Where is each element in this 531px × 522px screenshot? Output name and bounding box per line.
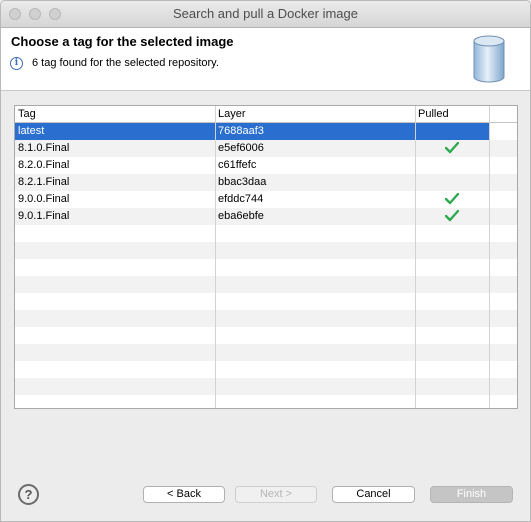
next-button[interactable]: Next >: [235, 486, 317, 503]
table-row: [15, 276, 517, 293]
title-bar: Search and pull a Docker image: [1, 1, 530, 28]
database-icon: [473, 35, 505, 83]
status-message: 6 tag found for the selected repository.: [32, 57, 219, 69]
table-row: [15, 225, 517, 242]
layer-cell: eba6ebfe: [218, 210, 264, 222]
table-row: [15, 344, 517, 361]
check-icon: [445, 142, 459, 154]
finish-button[interactable]: Finish: [430, 486, 513, 503]
layer-cell: e5ef6006: [218, 142, 264, 154]
help-button[interactable]: ?: [18, 484, 39, 505]
dialog-window: Search and pull a Docker image Choose a …: [0, 0, 531, 522]
table-row: [15, 310, 517, 327]
column-divider: [415, 106, 416, 408]
tag-table[interactable]: Tag Layer Pulled latest 7688aaf3 8.1.0.Fin…: [14, 105, 518, 409]
window-title: Search and pull a Docker image: [173, 6, 358, 21]
tag-cell: latest: [18, 125, 45, 137]
column-header-layer[interactable]: Layer: [218, 108, 246, 120]
check-icon: [445, 193, 459, 205]
table-row: [15, 395, 517, 408]
wizard-header: Choose a tag for the selected image i 6 …: [1, 28, 530, 91]
table-row[interactable]: 9.0.1.Final eba6ebfe: [15, 208, 517, 225]
table-header: Tag Layer Pulled: [15, 106, 517, 123]
column-divider: [215, 106, 216, 408]
tag-cell: 8.2.1.Final: [18, 176, 70, 188]
column-divider: [489, 106, 490, 408]
column-header-pulled[interactable]: Pulled: [418, 108, 449, 120]
info-icon: i: [10, 57, 23, 70]
tag-cell: 8.2.0.Final: [18, 159, 70, 171]
back-button[interactable]: < Back: [143, 486, 225, 503]
layer-cell: efddc744: [218, 193, 264, 205]
check-icon: [445, 210, 459, 222]
column-header-tag[interactable]: Tag: [18, 108, 36, 120]
table-row: [15, 293, 517, 310]
table-row[interactable]: 8.2.1.Final bbac3daa: [15, 174, 517, 191]
page-title: Choose a tag for the selected image: [11, 34, 234, 49]
layer-cell: bbac3daa: [218, 176, 267, 188]
table-row[interactable]: latest 7688aaf3: [15, 123, 517, 140]
layer-cell: 7688aaf3: [218, 125, 264, 137]
tag-cell: 9.0.1.Final: [18, 210, 70, 222]
table-row: [15, 242, 517, 259]
table-row: [15, 327, 517, 344]
cancel-button[interactable]: Cancel: [332, 486, 415, 503]
tag-cell: 9.0.0.Final: [18, 193, 70, 205]
table-row[interactable]: 8.1.0.Final e5ef6006: [15, 140, 517, 157]
tag-cell: 8.1.0.Final: [18, 142, 70, 154]
layer-cell: c61ffefc: [218, 159, 257, 171]
table-row[interactable]: 9.0.0.Final efddc744: [15, 191, 517, 208]
table-row: [15, 378, 517, 395]
table-row: [15, 361, 517, 378]
table-row[interactable]: 8.2.0.Final c61ffefc: [15, 157, 517, 174]
table-row: [15, 259, 517, 276]
